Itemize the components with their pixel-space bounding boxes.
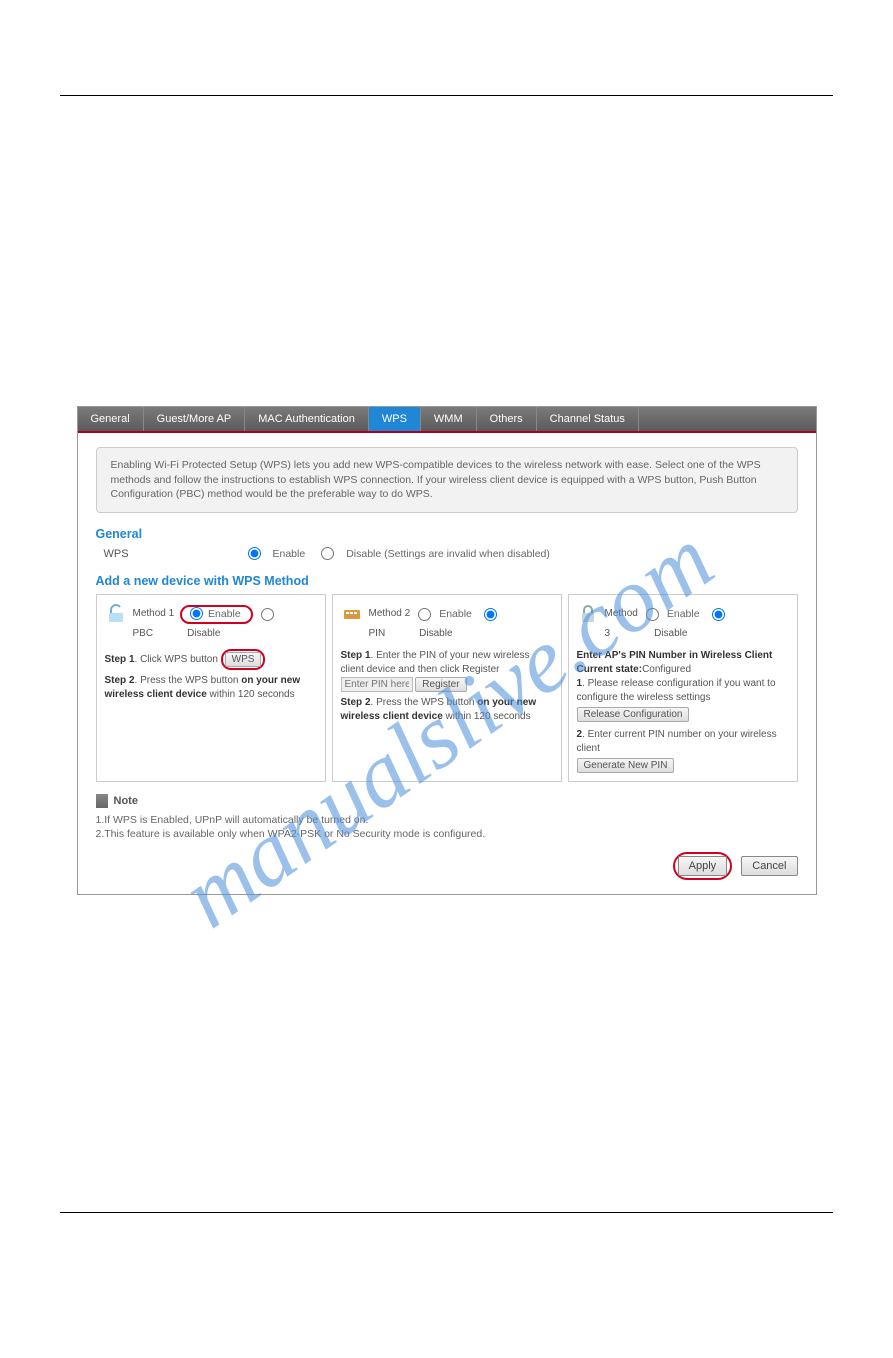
method-3-n1-text: . Please release configuration if you wa…: [577, 678, 776, 703]
apply-button-highlight: Apply: [673, 852, 733, 880]
method-1-step1: Step 1. Click WPS button WPS: [105, 649, 317, 670]
method-3-heading: Enter AP's PIN Number in Wireless Client: [577, 649, 789, 663]
tab-guest-more-ap[interactable]: Guest/More AP: [144, 407, 246, 431]
tab-mac-authentication[interactable]: MAC Authentication: [245, 407, 369, 431]
wps-enable-row: WPS Enable Disable (Settings are invalid…: [96, 547, 798, 560]
apply-button[interactable]: Apply: [678, 856, 728, 876]
method-1-step1-text: . Click WPS button: [135, 654, 218, 665]
method-3-enable-label: Enable: [667, 607, 700, 622]
method-2-step1-label: Step 1: [341, 650, 371, 661]
method-1-disable-radio[interactable]: [261, 608, 274, 621]
wps-disable-label: Disable (Settings are invalid when disab…: [346, 548, 550, 560]
method-1-step2-text2: within 120 seconds: [207, 689, 295, 700]
method-2-step2-text1: . Press the WPS button: [371, 697, 478, 708]
generate-new-pin-button[interactable]: Generate New PIN: [577, 758, 675, 773]
lock-open-icon: [105, 603, 127, 625]
method-3-num-label: 3: [605, 627, 611, 641]
tab-wps[interactable]: WPS: [369, 407, 421, 431]
intro-text: Enabling Wi-Fi Protected Setup (WPS) let…: [96, 447, 798, 513]
method-1-subrow: PBC Disable: [105, 627, 317, 641]
methods-container: Method 1 Enable PBC Disable Step 1. Clic…: [96, 594, 798, 782]
method-2-enable-label: Enable: [439, 607, 472, 622]
method-1-enable-radio[interactable]: [190, 607, 203, 620]
method-3-box: Method Enable 3 Disable Enter AP's PIN N…: [568, 594, 798, 782]
note-header: Note: [96, 794, 798, 808]
method-3-disable-label: Disable: [654, 627, 687, 641]
note-item-2: 2.This feature is available only when WP…: [96, 828, 798, 840]
wps-enable-radio[interactable]: [248, 547, 261, 560]
tab-others[interactable]: Others: [477, 407, 537, 431]
method-3-n2-text: . Enter current PIN number on your wirel…: [577, 729, 777, 754]
footer-buttons: Apply Cancel: [96, 852, 798, 880]
method-2-title: Method 2: [369, 607, 411, 621]
method-2-disable-label: Disable: [419, 627, 452, 641]
method-1-disable-label: Disable: [187, 627, 220, 641]
method-1-step2: Step 2. Press the WPS button on your new…: [105, 674, 317, 702]
method-2-step1: Step 1. Enter the PIN of your new wirele…: [341, 649, 553, 692]
method-2-step2-text2: within 120 seconds: [443, 711, 531, 722]
wps-enable-label: Enable: [273, 548, 306, 560]
method-2-disable-radio[interactable]: [484, 608, 497, 621]
method-1-title: Method 1: [133, 607, 175, 621]
page-header-rule: [60, 95, 833, 96]
note-item-1: 1.If WPS is Enabled, UPnP will automatic…: [96, 814, 798, 826]
lock-closed-icon: [577, 603, 599, 625]
release-configuration-button[interactable]: Release Configuration: [577, 707, 690, 722]
note-icon: [96, 794, 108, 808]
page-footer-rule: [60, 1212, 833, 1213]
method-1-enable-highlight: Enable: [180, 605, 252, 624]
method-3-head: Method Enable: [577, 603, 789, 625]
note-list: 1.If WPS is Enabled, UPnP will automatic…: [96, 814, 798, 840]
current-state-label: Current state:: [577, 664, 643, 675]
tab-channel-status[interactable]: Channel Status: [537, 407, 639, 431]
method-3-subrow: 3 Disable: [577, 627, 789, 641]
method-3-title: Method: [605, 607, 638, 621]
method-1-step1-label: Step 1: [105, 654, 135, 665]
current-state-value: Configured: [642, 664, 691, 675]
pin-input[interactable]: [341, 677, 413, 692]
method-2-step2-label: Step 2: [341, 697, 371, 708]
wps-config-panel: General Guest/More AP MAC Authentication…: [77, 406, 817, 895]
method-1-enable-label: Enable: [208, 608, 241, 620]
panel-content: Enabling Wi-Fi Protected Setup (WPS) let…: [78, 433, 816, 894]
wps-button[interactable]: WPS: [225, 652, 262, 667]
section-add-device-title: Add a new device with WPS Method: [96, 574, 798, 588]
pin-icon: [341, 603, 363, 625]
method-2-box: Method 2 Enable PIN Disable Step 1. Ente…: [332, 594, 562, 782]
method-1-box: Method 1 Enable PBC Disable Step 1. Clic…: [96, 594, 326, 782]
method-3-note2: 2. Enter current PIN number on your wire…: [577, 728, 789, 756]
method-3-enable-radio[interactable]: [646, 608, 659, 621]
method-2-step2: Step 2. Press the WPS button on your new…: [341, 696, 553, 724]
tab-general[interactable]: General: [78, 407, 144, 431]
method-2-head: Method 2 Enable: [341, 603, 553, 625]
method-3-current-state: Current state:Configured: [577, 663, 789, 677]
cancel-button[interactable]: Cancel: [741, 856, 797, 876]
method-2-pin-label: PIN: [369, 627, 386, 641]
wps-disable-radio[interactable]: [321, 547, 334, 560]
section-general-title: General: [96, 527, 798, 541]
method-1-head: Method 1 Enable: [105, 603, 317, 625]
method-1-step2-text1: . Press the WPS button: [135, 675, 242, 686]
method-2-enable-radio[interactable]: [418, 608, 431, 621]
tab-bar: General Guest/More AP MAC Authentication…: [78, 407, 816, 433]
method-2-subrow: PIN Disable: [341, 627, 553, 641]
note-label: Note: [114, 795, 138, 807]
method-3-note1: 1. Please release configuration if you w…: [577, 677, 789, 705]
method-1-pbc-label: PBC: [133, 627, 154, 641]
tab-wmm[interactable]: WMM: [421, 407, 477, 431]
wps-label: WPS: [96, 548, 236, 560]
register-button[interactable]: Register: [415, 677, 466, 692]
wps-button-highlight: WPS: [221, 649, 266, 670]
method-1-step2-label: Step 2: [105, 675, 135, 686]
method-3-disable-radio[interactable]: [712, 608, 725, 621]
